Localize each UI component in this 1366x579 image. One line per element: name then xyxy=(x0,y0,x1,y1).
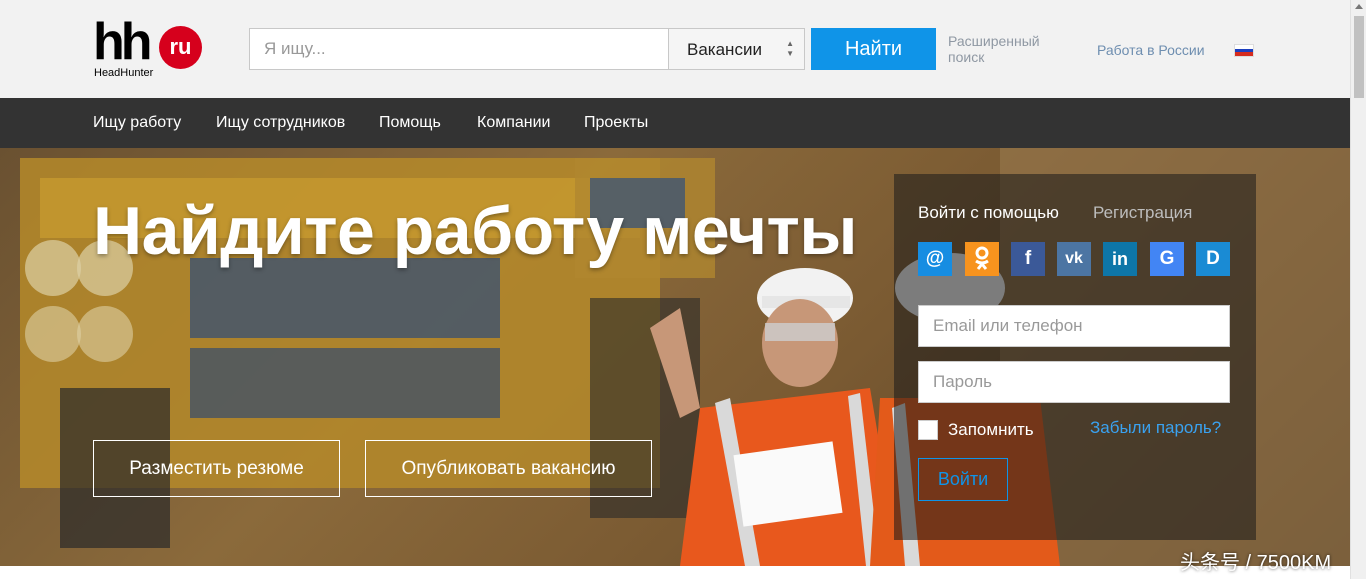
google-icon[interactable]: G xyxy=(1150,242,1184,276)
find-button[interactable]: Найти xyxy=(811,28,936,70)
nav-item-job-search[interactable]: Ищу работу xyxy=(93,114,181,132)
category-selected-value: Вакансии xyxy=(687,40,762,59)
select-arrows-icon: ▲ ▼ xyxy=(786,39,794,58)
region-link[interactable]: Работа в России xyxy=(1097,42,1205,58)
post-resume-button[interactable]: Разместить резюме xyxy=(93,440,340,497)
tab-register[interactable]: Регистрация xyxy=(1093,203,1192,223)
category-select[interactable]: Вакансии ▲ ▼ xyxy=(668,28,805,70)
facebook-icon[interactable]: f xyxy=(1011,242,1045,276)
scroll-thumb[interactable] xyxy=(1354,16,1364,98)
publish-vacancy-button[interactable]: Опубликовать вакансию xyxy=(365,440,652,497)
hero-banner: Найдите работу мечты Разместить резюме О… xyxy=(0,148,1350,566)
mailru-icon[interactable]: @ xyxy=(918,242,952,276)
remember-label[interactable]: Запомнить xyxy=(948,420,1034,440)
site-header: hh ru HeadHunter Вакансии ▲▼ Найти Расши… xyxy=(0,0,1350,98)
nav-item-projects[interactable]: Проекты xyxy=(584,114,648,132)
nav-item-employers[interactable]: Ищу сотрудников xyxy=(216,114,345,132)
remember-checkbox[interactable] xyxy=(918,420,938,440)
login-button[interactable]: Войти xyxy=(918,458,1008,501)
login-panel: Войти с помощью Регистрация @ f vk in G … xyxy=(894,174,1256,540)
logo-subtitle: HeadHunter xyxy=(94,67,154,79)
nav-item-companies[interactable]: Компании xyxy=(477,114,551,132)
page-scrollbar[interactable] xyxy=(1350,0,1366,579)
odnoklassniki-icon[interactable] xyxy=(965,242,999,276)
hh-logo[interactable]: hh ru HeadHunter xyxy=(93,13,205,82)
nav-item-help[interactable]: Помощь xyxy=(379,114,441,132)
scroll-up-icon[interactable] xyxy=(1355,4,1363,9)
watermark: 头条号 / 7500KM xyxy=(1180,552,1332,574)
logo-ru-badge: ru xyxy=(159,26,202,69)
linkedin-icon[interactable]: in xyxy=(1103,242,1137,276)
advanced-search-link[interactable]: Расширенный поиск xyxy=(948,33,1048,65)
email-field[interactable] xyxy=(918,305,1230,347)
tab-login-with[interactable]: Войти с помощью xyxy=(918,203,1059,223)
main-nav: Ищу работу Ищу сотрудников Помощь Компан… xyxy=(0,98,1350,148)
logo-hh-text: hh xyxy=(93,13,152,71)
password-field[interactable] xyxy=(918,361,1230,403)
hero-title: Найдите работу мечты xyxy=(93,193,857,269)
forgot-password-link[interactable]: Забыли пароль? xyxy=(1090,418,1221,438)
search-input[interactable] xyxy=(249,28,669,70)
d-icon[interactable]: D xyxy=(1196,242,1230,276)
vk-icon[interactable]: vk xyxy=(1057,242,1091,276)
russia-flag-icon[interactable] xyxy=(1234,44,1254,57)
